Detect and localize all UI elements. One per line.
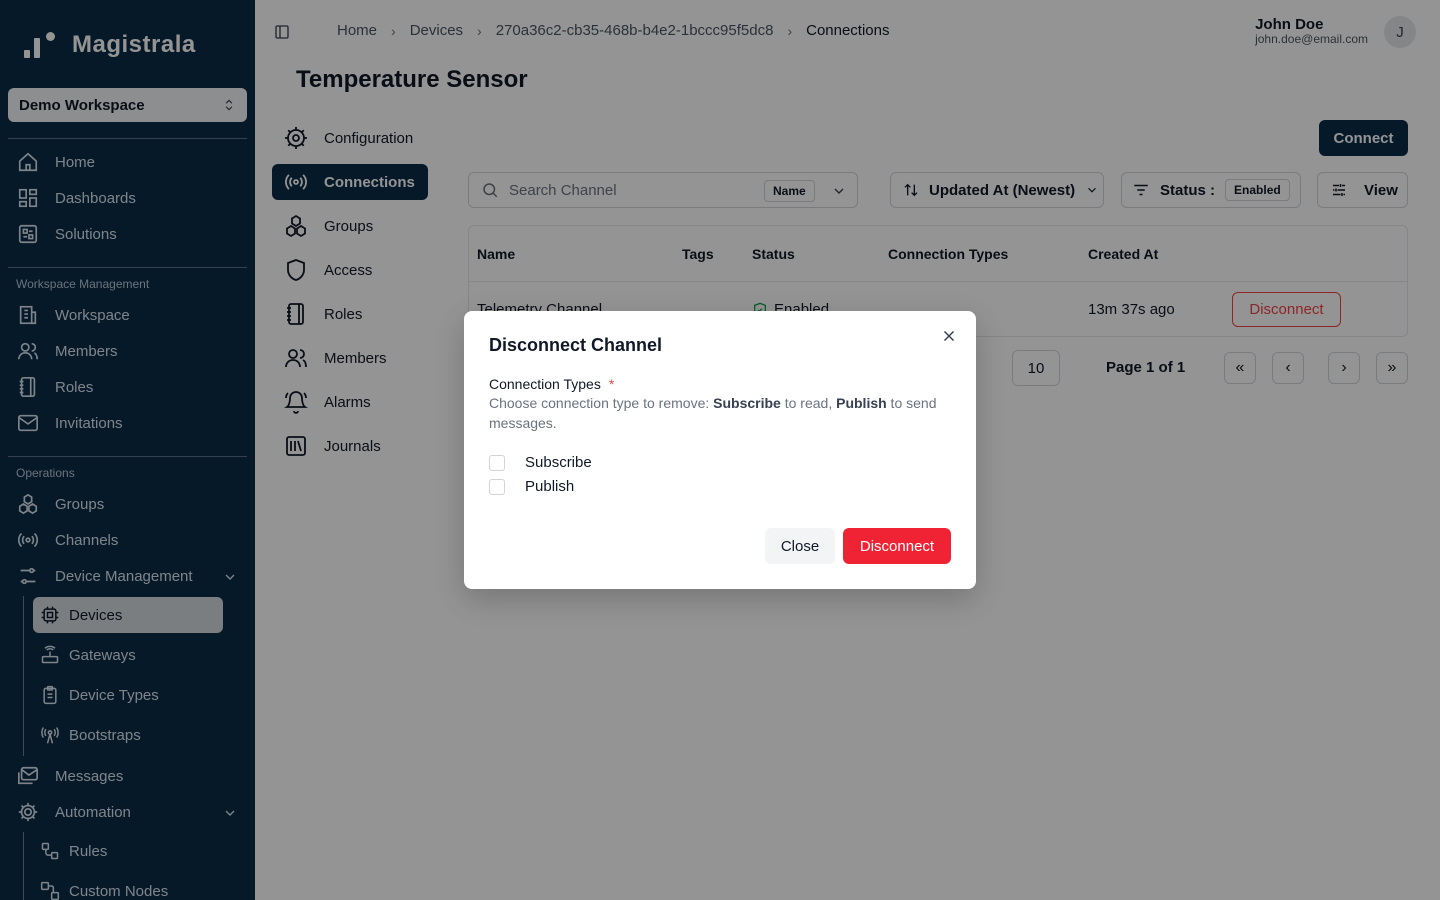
subscribe-option[interactable]: Subscribe (489, 454, 592, 471)
subscribe-checkbox[interactable] (489, 454, 505, 471)
close-button[interactable]: Close (765, 528, 835, 564)
publish-checkbox[interactable] (489, 478, 505, 495)
desc-mid: to read, (780, 395, 837, 411)
disconnect-channel-dialog: Disconnect Channel Connection Types * Cho… (464, 311, 976, 589)
desc-subscribe: Subscribe (713, 395, 781, 411)
option-label: Subscribe (525, 454, 592, 471)
field-label-text: Connection Types (489, 376, 601, 392)
field-description: Choose connection type to remove: Subscr… (489, 393, 951, 433)
required-marker: * (608, 376, 615, 392)
desc-publish: Publish (836, 395, 887, 411)
dialog-title: Disconnect Channel (489, 335, 663, 355)
close-icon[interactable] (940, 327, 958, 345)
disconnect-button[interactable]: Disconnect (843, 528, 951, 564)
option-label: Publish (525, 478, 575, 495)
desc-prefix: Choose connection type to remove: (489, 395, 714, 411)
connection-types-label: Connection Types * (489, 376, 614, 392)
publish-option[interactable]: Publish (489, 478, 574, 495)
